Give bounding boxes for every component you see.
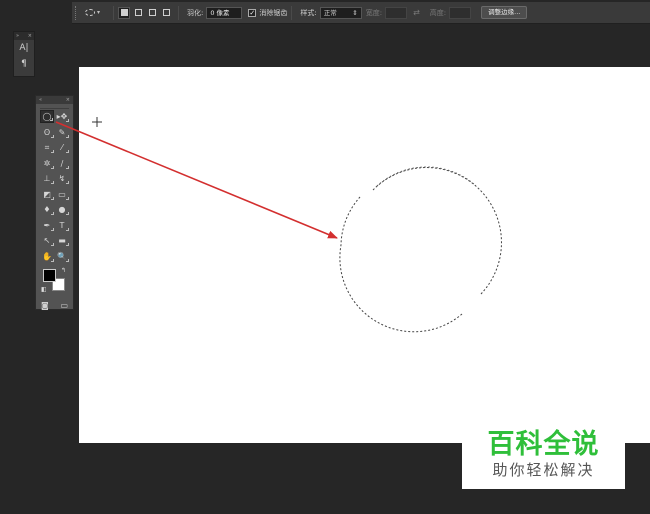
style-value: 正常 (323, 8, 337, 17)
dodge-icon[interactable]: ● (55, 203, 69, 216)
tool-row: ♦ ● (36, 202, 73, 218)
antialias-label: 消除锯齿 (259, 8, 288, 17)
watermark-subtitle: 助你轻松解决 (492, 460, 595, 479)
tool-row: ↖ ▬ (36, 233, 73, 249)
tools-panel: « × ◯ ▸✥ ʘ ✎ ⌗ ⁄ ✲ ∕ ⊥ ↯ ◩ ▭ ♦ ● ✒ T ↖ ▬ ✋ 🔍 ↰ ◧ ◙ ▭ (35, 95, 74, 310)
subtract-from-selection-button[interactable] (146, 7, 158, 19)
checkmark-icon: ✓ (248, 8, 257, 17)
collapse-icon[interactable]: » (16, 32, 19, 40)
close-icon[interactable]: × (66, 96, 70, 104)
tool-row: ✋ 🔍 (36, 249, 73, 265)
height-label: 高度: (429, 8, 447, 17)
gradient-icon[interactable]: ▭ (55, 188, 69, 201)
tool-row: ◩ ▭ (36, 187, 73, 203)
pen-icon[interactable]: ✒ (40, 219, 54, 232)
mode-row: ◙ ▭ (36, 298, 73, 312)
options-bar: ▾ 羽化: 0 像素 ✓ 消除锯齿 样式: 正常 ⇕ 宽度: ⇄ 高度: 调整边… (72, 2, 650, 24)
chevron-updown-icon: ⇕ (352, 8, 358, 17)
tool-row: ✒ T (36, 218, 73, 234)
chevron-down-icon: ▾ (97, 9, 101, 16)
healing-brush-icon[interactable]: ✲ (40, 157, 54, 170)
width-label: 宽度: (365, 8, 383, 17)
intersect-selection-button[interactable] (160, 7, 172, 19)
swap-colors-icon[interactable]: ↰ (61, 267, 66, 274)
panel-header[interactable]: » × (14, 32, 34, 40)
paragraph-panel-icon[interactable]: ¶ (14, 56, 34, 72)
history-brush-icon[interactable]: ↯ (55, 172, 69, 185)
screen-mode-icon[interactable]: ▭ (60, 301, 68, 310)
close-icon[interactable]: × (28, 32, 32, 40)
default-colors-icon[interactable]: ◧ (41, 286, 47, 293)
character-paragraph-panel: » × A| ¶ (13, 31, 35, 77)
feather-label: 羽化: (187, 8, 204, 17)
subtract-from-selection-icon (148, 9, 156, 16)
type-icon[interactable]: T (55, 219, 69, 232)
color-swatches: ↰ ◧ (40, 266, 69, 298)
divider (178, 5, 179, 20)
tool-row: ◯ ▸✥ (36, 109, 73, 125)
elliptical-marquee-icon (85, 9, 95, 16)
elliptical-marquee-icon[interactable]: ◯ (40, 110, 54, 124)
style-label: 样式: (300, 8, 317, 17)
tool-grid: ◯ ▸✥ ʘ ✎ ⌗ ⁄ ✲ ∕ ⊥ ↯ ◩ ▭ ♦ ● ✒ T ↖ ▬ ✋ 🔍 (36, 109, 73, 264)
expand-icon[interactable]: « (39, 96, 42, 104)
brush-icon[interactable]: ∕ (55, 157, 69, 170)
intersect-selection-icon (162, 9, 170, 16)
zoom-icon[interactable]: 🔍 (55, 250, 69, 263)
crop-icon[interactable]: ⌗ (40, 141, 54, 154)
divider (113, 5, 114, 20)
divider (291, 5, 293, 20)
tool-row: ʘ ✎ (36, 125, 73, 141)
width-input[interactable] (385, 6, 408, 19)
new-selection-button[interactable] (118, 6, 130, 19)
swap-dimensions-icon[interactable]: ⇄ (413, 8, 420, 17)
quick-selection-icon[interactable]: ✎ (55, 126, 69, 139)
watermark-title: 百科全说 (487, 428, 600, 460)
style-select[interactable]: 正常 ⇕ (319, 6, 362, 19)
watermark-logo: 百科全说 助你轻松解决 (462, 420, 625, 489)
antialias-checkbox[interactable]: ✓ 消除锯齿 (248, 8, 287, 18)
options-bar-grip[interactable] (75, 5, 79, 20)
hand-icon[interactable]: ✋ (40, 250, 54, 263)
move-icon[interactable]: ▸✥ (55, 110, 69, 123)
path-selection-icon[interactable]: ↖ (40, 234, 54, 247)
rectangle-shape-icon[interactable]: ▬ (55, 234, 69, 247)
clone-stamp-icon[interactable]: ⊥ (40, 172, 54, 185)
tool-preset-picker[interactable]: ▾ (85, 5, 109, 21)
new-selection-icon (120, 9, 128, 16)
add-to-selection-icon (134, 9, 142, 16)
refine-edge-button[interactable]: 调整边缘... (481, 6, 528, 19)
foreground-color-swatch[interactable] (43, 269, 56, 282)
tool-row: ⊥ ↯ (36, 171, 73, 187)
document-canvas[interactable] (79, 67, 650, 443)
toolbox-header[interactable]: « × (36, 96, 73, 104)
tool-row: ⌗ ⁄ (36, 140, 73, 156)
eyedropper-icon[interactable]: ⁄ (55, 141, 69, 154)
character-panel-icon[interactable]: A| (14, 40, 34, 56)
eraser-icon[interactable]: ◩ (40, 188, 54, 201)
quick-mask-icon[interactable]: ◙ (41, 301, 49, 310)
feather-input[interactable]: 0 像素 (206, 6, 243, 19)
height-input[interactable] (449, 6, 472, 19)
blur-icon[interactable]: ♦ (40, 203, 54, 216)
add-to-selection-button[interactable] (132, 7, 144, 19)
tool-row: ✲ ∕ (36, 156, 73, 172)
lasso-icon[interactable]: ʘ (40, 126, 54, 139)
